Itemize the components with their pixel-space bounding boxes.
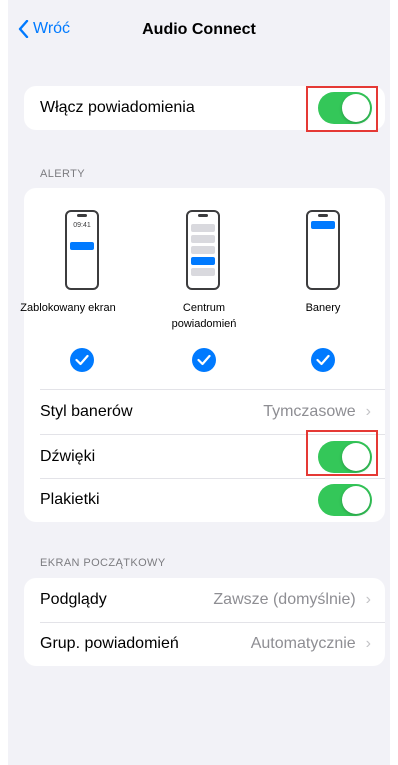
- notification-bar: [191, 257, 215, 265]
- settings-screen: Wróć Audio Connect Włącz powiadomienia A…: [8, 0, 390, 765]
- banners-preview[interactable]: [306, 210, 340, 290]
- grouping-row[interactable]: Grup. powiadomień Automatycznie ›: [40, 622, 385, 666]
- banner-style-value: Tymczasowe: [263, 403, 356, 420]
- previews-value: Zawsze (domyślnie): [213, 591, 356, 608]
- lock-screen-time: 09:41: [73, 222, 91, 229]
- page-title: Audio Connect: [142, 21, 256, 38]
- phone-notch: [318, 214, 328, 217]
- chevron-right-icon: ›: [365, 635, 371, 652]
- notification-bar: [191, 268, 215, 276]
- previews-label: Podglądy: [40, 591, 107, 608]
- notification-bar: [311, 221, 335, 229]
- checkmark-icon: [197, 354, 211, 366]
- grouping-value: Automatycznie: [250, 635, 356, 652]
- banner-style-label: Styl banerów: [40, 403, 133, 420]
- phone-notch: [77, 214, 87, 217]
- notification-bar: [70, 242, 94, 250]
- previews-row[interactable]: Podglądy Zawsze (domyślnie) ›: [40, 578, 385, 622]
- banners-checkbox[interactable]: [311, 348, 335, 372]
- nav-bar: Wróć Audio Connect: [8, 0, 390, 60]
- notification-bar: [191, 235, 215, 243]
- chevron-right-icon: ›: [365, 403, 371, 420]
- notification-bar: [191, 246, 215, 254]
- notification-center-preview[interactable]: [186, 210, 220, 290]
- toggle-knob: [342, 486, 370, 514]
- alert-style-label: Banery: [305, 302, 341, 314]
- lock-screen-preview[interactable]: 09:41: [65, 210, 99, 290]
- alert-style-label: Zablokowany ekran: [20, 302, 116, 314]
- banner-style-row[interactable]: Styl banerów Tymczasowe ›: [40, 390, 385, 434]
- checkmark-icon: [75, 354, 89, 366]
- alerts-section-header: ALERTY: [40, 168, 85, 180]
- alert-style-label: Centrum powiadomień: [171, 302, 237, 330]
- home-screen-section-header: EKRAN POCZĄTKOWY: [40, 557, 166, 569]
- notification-bar: [191, 224, 215, 232]
- home-screen-card: Podglądy Zawsze (domyślnie) › Grup. powi…: [24, 578, 385, 666]
- checkmark-icon: [316, 354, 330, 366]
- grouping-label: Grup. powiadomień: [40, 635, 179, 652]
- phone-notch: [198, 214, 208, 217]
- notifications-toggle-highlight: [306, 86, 378, 132]
- notification-center-checkbox[interactable]: [192, 348, 216, 372]
- lock-screen-checkbox[interactable]: [70, 348, 94, 372]
- sounds-toggle-highlight: [306, 430, 378, 476]
- chevron-right-icon: ›: [365, 591, 371, 608]
- badges-toggle[interactable]: [318, 484, 372, 516]
